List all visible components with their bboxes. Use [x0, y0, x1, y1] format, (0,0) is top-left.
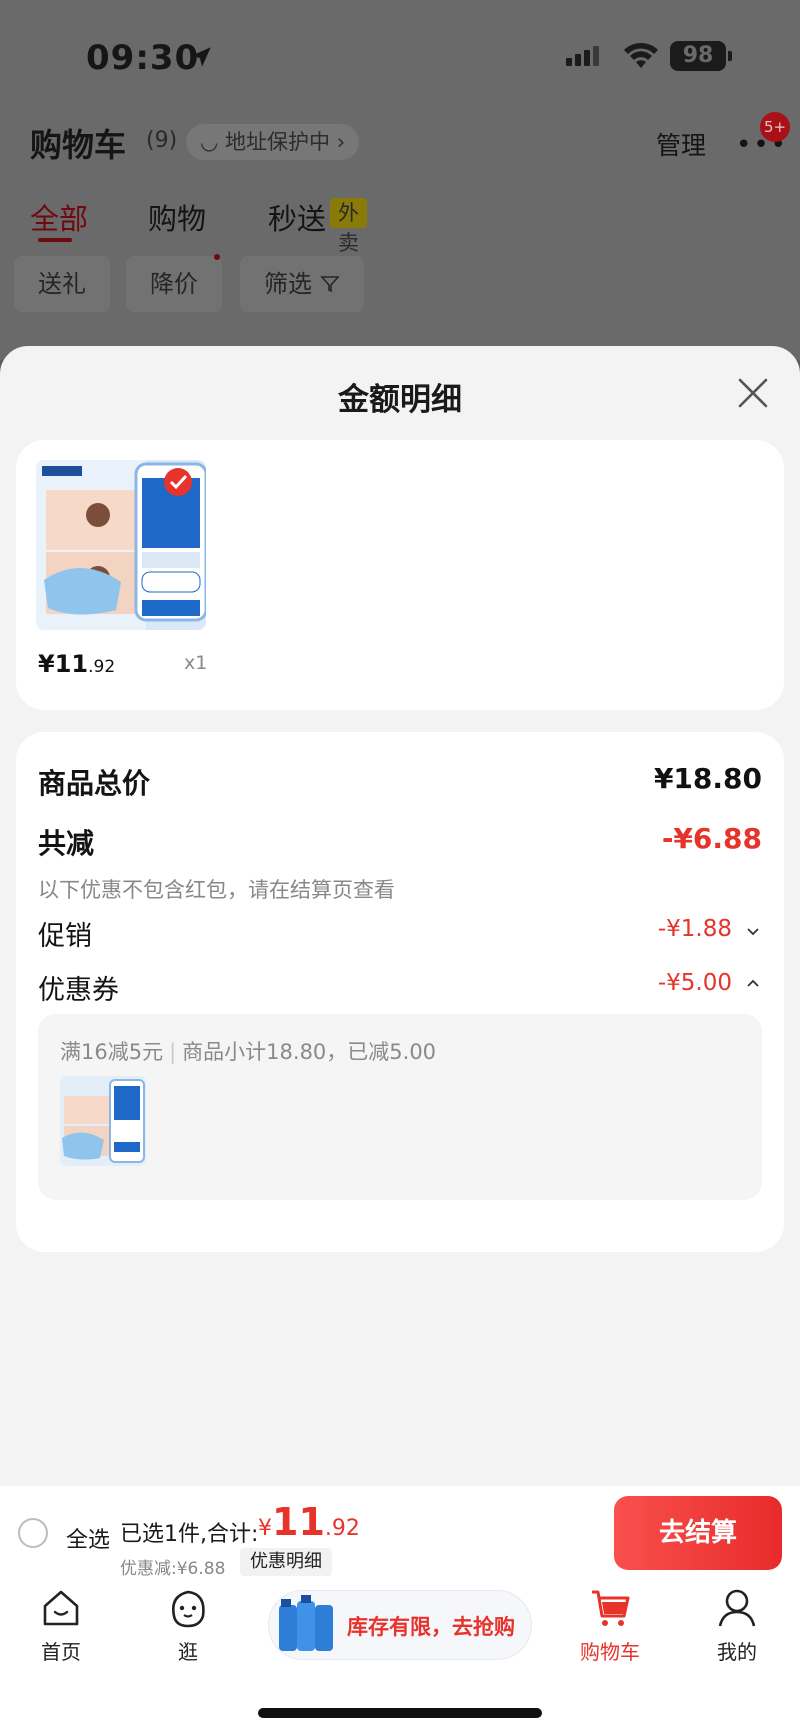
sheet-title: 金额明细 [338, 382, 462, 418]
total-amount: ¥11.92 [258, 1500, 360, 1544]
nav-cart-label: 购物车 [580, 1640, 640, 1664]
nav-cart[interactable]: 购物车 [565, 1586, 655, 1665]
battery-indicator: 98 [670, 41, 732, 71]
product-qty: x1 [184, 652, 208, 674]
total-price-value: ¥18.80 [653, 762, 762, 795]
reduce-value: -¥6.88 [661, 822, 762, 855]
nav-home[interactable]: 首页 [16, 1586, 106, 1665]
promo-banner[interactable]: 库存有限，去抢购 [268, 1590, 532, 1660]
takeout-badge: 外卖 [330, 198, 367, 255]
selected-summary: 已选1件,合计: [120, 1522, 259, 1547]
cart-count: (9) [146, 128, 178, 153]
chevron-down-icon[interactable] [746, 924, 760, 938]
manage-button[interactable]: 管理 [656, 126, 706, 162]
tab-instant-delivery[interactable]: 秒送 [268, 196, 326, 238]
select-all-label[interactable]: 全选 [66, 1522, 110, 1554]
chevron-up-icon[interactable] [746, 976, 760, 990]
breakdown-card: 商品总价 ¥18.80 共减 -¥6.88 以下优惠不包含红包，请在结算页查看 … [16, 732, 784, 1252]
discount-detail-button[interactable]: 优惠明细 [240, 1548, 332, 1576]
location-arrow-icon [191, 47, 211, 67]
discount-summary: 优惠减:¥6.88 [120, 1559, 226, 1579]
coupon-label: 优惠券 [38, 975, 119, 1006]
nav-browse[interactable]: 逛 [143, 1586, 233, 1665]
product-price-int: ¥11 [38, 650, 89, 678]
nav-me-label: 我的 [717, 1640, 757, 1664]
promo-value[interactable]: -¥1.88 [658, 916, 732, 942]
tab-all[interactable]: 全部 [30, 196, 88, 238]
product-price: ¥11.92 [38, 650, 115, 678]
status-time: 09:30 [86, 38, 200, 78]
coupon-detail-text: 满16减5元 | 商品小计18.80，已减5.00 [60, 1036, 436, 1066]
funnel-icon [320, 276, 340, 293]
close-icon[interactable] [736, 376, 770, 410]
reduce-hint: 以下优惠不包含红包，请在结算页查看 [38, 878, 395, 902]
page-title: 购物车 [30, 126, 127, 164]
cart-icon [592, 1590, 630, 1626]
address-protection-chip[interactable]: ◡ 地址保护中 › [186, 124, 360, 160]
product-price-dec: .92 [88, 657, 116, 677]
tab-active-indicator [38, 238, 72, 242]
product-card: ¥11.92 x1 [16, 440, 784, 710]
total-dec: .92 [324, 1516, 360, 1541]
product-image[interactable] [36, 460, 206, 630]
coupon-subtotal: 商品小计18.80，已减5.00 [182, 1040, 437, 1064]
wifi-icon [624, 42, 658, 68]
promo-product-icon [279, 1595, 333, 1651]
filter-gift[interactable]: 送礼 [14, 256, 110, 312]
total-currency: ¥ [258, 1516, 272, 1541]
cellular-signal-icon [566, 46, 602, 66]
coupon-rule: 满16减5元 [60, 1040, 164, 1064]
coupon-value[interactable]: -¥5.00 [658, 970, 732, 996]
smile-icon: ◡ [200, 130, 219, 154]
filter-price-drop[interactable]: 降价 [126, 256, 222, 312]
filter-screen-label: 筛选 [264, 270, 312, 298]
amount-detail-sheet: 金额明细 ¥11.92 x1 商品总价 ¥18.80 共减 -¥6.88 以下优… [0, 346, 800, 1486]
filter-screen[interactable]: 筛选 [240, 256, 364, 312]
total-int: 11 [272, 1500, 325, 1544]
nav-home-label: 首页 [41, 1640, 81, 1664]
status-bar: 09:30 98 [0, 38, 800, 78]
address-protection-label: 地址保护中 [225, 130, 331, 154]
nav-browse-label: 逛 [178, 1640, 198, 1664]
checkout-bar: 全选 已选1件,合计: ¥11.92 优惠减:¥6.88 优惠明细 去结算 首页… [0, 1486, 800, 1733]
coupon-product-thumbnail [60, 1076, 146, 1166]
chevron-right-icon: › [336, 130, 346, 154]
browse-face-icon [172, 1590, 205, 1628]
message-badge: 5+ [760, 112, 790, 142]
divider: | [169, 1040, 177, 1064]
home-icon [43, 1590, 79, 1626]
bottom-nav: 首页 逛 库存有限，去抢购 购物车 我的 [0, 1586, 800, 1686]
home-indicator [258, 1708, 542, 1718]
price-drop-dot [214, 254, 220, 260]
checkout-button[interactable]: 去结算 [614, 1496, 782, 1570]
tab-shopping[interactable]: 购物 [148, 196, 206, 238]
promo-label: 促销 [38, 921, 92, 952]
total-price-label: 商品总价 [38, 767, 151, 800]
select-all-radio[interactable] [18, 1518, 48, 1548]
coupon-detail-box: 满16减5元 | 商品小计18.80，已减5.00 [38, 1014, 762, 1200]
user-icon [718, 1589, 756, 1627]
nav-me[interactable]: 我的 [692, 1586, 782, 1665]
promo-text: 库存有限，去抢购 [347, 1615, 515, 1639]
reduce-label: 共减 [38, 827, 95, 860]
